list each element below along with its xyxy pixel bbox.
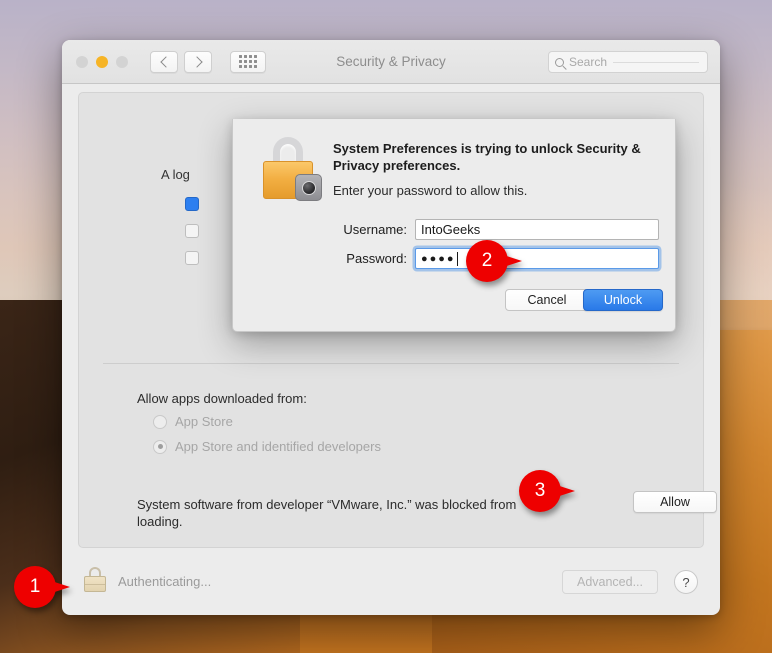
radio-app-store-identified-developers[interactable]: App Store and identified developers <box>153 439 381 454</box>
forward-button[interactable] <box>184 50 212 73</box>
navigation-buttons <box>150 50 212 73</box>
password-row: Password: ●●●● <box>233 248 675 269</box>
advanced-button[interactable]: Advanced... <box>562 570 658 594</box>
radio-app-store[interactable]: App Store <box>153 414 233 429</box>
traffic-light-group <box>76 55 128 68</box>
username-row: Username: IntoGeeks <box>233 219 675 240</box>
text-cursor <box>456 251 459 266</box>
sheet-title: System Preferences is trying to unlock S… <box>333 141 641 173</box>
section-divider <box>103 363 679 364</box>
checkbox-show-message[interactable] <box>185 224 199 238</box>
show-all-grid-icon <box>239 55 257 68</box>
radio-identified-developers-label: App Store and identified developers <box>175 439 381 454</box>
radio-app-store-label: App Store <box>175 414 233 429</box>
authentication-lock-icon[interactable] <box>84 567 106 593</box>
search-input[interactable]: Search <box>548 51 708 73</box>
padlock-with-gear-icon <box>262 137 322 201</box>
show-all-button[interactable] <box>230 50 266 73</box>
unlock-button[interactable]: Unlock <box>583 289 663 311</box>
blocked-software-message: System software from developer “VMware, … <box>137 497 517 529</box>
username-input[interactable]: IntoGeeks <box>415 219 659 240</box>
security-privacy-window: Security & Privacy Search A log Allow ap… <box>62 40 720 615</box>
callout-marker-1: 1 <box>14 566 70 608</box>
cancel-button[interactable]: Cancel <box>505 289 589 311</box>
callout-1-number: 1 <box>29 576 41 597</box>
checkbox-require-password[interactable] <box>185 197 199 211</box>
callout-3-number: 3 <box>534 480 546 501</box>
chevron-left-icon <box>159 55 172 68</box>
callout-marker-2: 2 <box>466 240 522 282</box>
allow-apps-label: Allow apps downloaded from: <box>137 391 307 406</box>
allow-button[interactable]: Allow <box>633 491 717 513</box>
username-label: Username: <box>343 222 407 237</box>
password-input[interactable]: ●●●● <box>415 248 659 269</box>
minimize-button[interactable] <box>96 55 108 68</box>
search-placeholder: Search <box>569 55 608 69</box>
authentication-status-text: Authenticating... <box>118 574 212 589</box>
radio-button-icon <box>153 414 167 429</box>
close-button[interactable] <box>76 55 88 68</box>
back-button[interactable] <box>150 50 178 73</box>
zoom-button[interactable] <box>116 55 128 68</box>
password-label: Password: <box>346 251 407 266</box>
unlock-authentication-sheet: System Preferences is trying to unlock S… <box>232 119 676 332</box>
search-rule <box>613 61 699 63</box>
radio-button-selected-icon <box>153 439 167 454</box>
chevron-right-icon <box>190 55 203 68</box>
window-titlebar: Security & Privacy Search <box>62 40 720 84</box>
login-requirement-text: A log <box>161 167 190 182</box>
search-icon <box>555 57 564 67</box>
callout-marker-3: 3 <box>519 470 575 512</box>
callout-2-number: 2 <box>481 250 493 271</box>
password-masked-value: ●●●● <box>421 252 456 265</box>
help-button[interactable]: ? <box>674 570 698 594</box>
sheet-subtitle: Enter your password to allow this. <box>333 183 528 198</box>
checkbox-disable-auto-login[interactable] <box>185 251 199 265</box>
desktop-wallpaper: Security & Privacy Search A log Allow ap… <box>0 0 772 653</box>
